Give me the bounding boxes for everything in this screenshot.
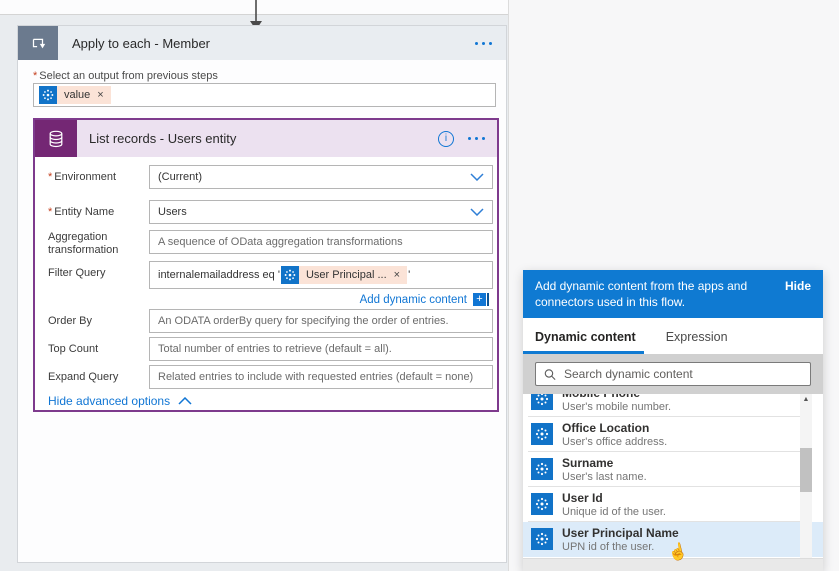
dataverse-token-icon — [281, 266, 299, 284]
item-subtitle: Unique id of the user. — [562, 505, 666, 519]
entity-name-dropdown[interactable]: Users — [149, 200, 493, 224]
remove-token-button[interactable]: × — [394, 270, 400, 281]
expand-query-input-wrap — [149, 365, 493, 389]
order-by-input[interactable] — [158, 315, 484, 327]
chevron-up-icon — [178, 397, 192, 405]
entity-name-label: *Entity Name — [48, 206, 146, 219]
item-subtitle: User's last name. — [562, 470, 647, 484]
order-by-label: Order By — [48, 315, 146, 328]
top-count-label: Top Count — [48, 343, 146, 356]
chevron-down-icon — [470, 208, 484, 216]
dataverse-token-icon — [39, 86, 57, 104]
top-count-input-wrap — [149, 337, 493, 361]
panel-header-text: Add dynamic content from the apps and co… — [535, 279, 747, 309]
plus-icon: + — [473, 293, 486, 306]
dataverse-token-icon — [531, 493, 553, 515]
add-dynamic-content-link[interactable]: Add dynamic content + — [360, 293, 489, 306]
required-marker: * — [33, 70, 37, 82]
add-dynamic-content-label: Add dynamic content — [360, 294, 467, 306]
list-item-mobile-phone[interactable]: Mobile Phone User's mobile number. — [523, 394, 823, 417]
value-token-chip[interactable]: value × — [39, 86, 111, 104]
aggregation-input-wrap — [149, 230, 493, 254]
list-item-office-location[interactable]: Office Location User's office address. — [523, 417, 823, 452]
top-count-input[interactable] — [158, 343, 484, 355]
item-subtitle: User's office address. — [562, 435, 667, 449]
aggregation-input[interactable] — [158, 236, 484, 248]
user-principal-name-token-chip[interactable]: User Principal ... × — [281, 266, 407, 284]
dynamic-content-list: Mobile Phone User's mobile number. Offic… — [523, 394, 823, 558]
remove-token-button[interactable]: × — [97, 90, 103, 101]
list-records-title: List records - Users entity — [89, 131, 236, 146]
search-input[interactable] — [564, 367, 802, 381]
filter-query-label: Filter Query — [48, 267, 146, 280]
apply-to-each-title: Apply to each - Member — [72, 36, 210, 51]
tab-dynamic-content[interactable]: Dynamic content — [535, 330, 636, 354]
list-scroll-content: Mobile Phone User's mobile number. Offic… — [523, 394, 823, 557]
item-title: User Principal Name — [562, 526, 679, 540]
aggregation-label: Aggregation transformation — [48, 231, 146, 257]
scrollbar-up-arrow[interactable]: ▲ — [800, 394, 812, 405]
entity-name-value: Users — [158, 206, 187, 218]
tab-expression[interactable]: Expression — [666, 330, 728, 354]
flow-designer-canvas: Apply to each - Member *Select an output… — [0, 0, 839, 571]
hide-advanced-options-link[interactable]: Hide advanced options — [48, 394, 192, 408]
dataverse-token-icon — [531, 394, 553, 410]
dataverse-token-icon — [531, 458, 553, 480]
search-box[interactable] — [535, 362, 811, 386]
item-title: User Id — [562, 491, 666, 505]
dynamic-content-panel: Add dynamic content from the apps and co… — [523, 270, 823, 571]
mouse-hand-cursor-icon: ☝ — [666, 540, 690, 564]
panel-tabs: Dynamic content Expression — [523, 318, 823, 354]
dataverse-token-icon — [531, 528, 553, 550]
environment-dropdown[interactable]: (Current) — [149, 165, 493, 189]
required-marker: * — [48, 171, 52, 183]
hide-advanced-options-label: Hide advanced options — [48, 394, 170, 408]
panel-header: Add dynamic content from the apps and co… — [523, 270, 823, 318]
environment-label: *Environment — [48, 171, 146, 184]
environment-value: (Current) — [158, 171, 202, 183]
list-item-surname[interactable]: Surname User's last name. — [523, 452, 823, 487]
apply-to-each-scope: Apply to each - Member *Select an output… — [17, 25, 507, 563]
output-input[interactable]: value × — [33, 83, 496, 107]
item-subtitle: User's mobile number. — [562, 400, 671, 414]
filter-query-input[interactable]: internalemailaddress eq ' User Princip — [149, 261, 493, 289]
apply-to-each-header[interactable]: Apply to each - Member — [18, 26, 506, 60]
scrollbar-thumb[interactable] — [800, 448, 812, 492]
hide-panel-button[interactable]: Hide — [785, 278, 811, 294]
text-caret-icon — [487, 293, 489, 306]
expand-query-input[interactable] — [158, 371, 484, 383]
info-icon[interactable]: i — [438, 131, 454, 147]
expand-query-label: Expand Query — [48, 371, 146, 384]
value-token-label: value × — [57, 86, 111, 104]
search-strip — [523, 354, 823, 394]
dataverse-token-icon — [531, 423, 553, 445]
list-item-user-id[interactable]: User Id Unique id of the user. — [523, 487, 823, 522]
active-tab-underline — [523, 351, 644, 354]
list-records-card: List records - Users entity i *Environme… — [33, 118, 499, 412]
list-scrollbar[interactable]: ▲ — [800, 394, 812, 558]
token-label: User Principal ... × — [299, 266, 407, 284]
chevron-down-icon — [470, 173, 484, 181]
item-title: Office Location — [562, 421, 667, 435]
list-records-header[interactable]: List records - Users entity i — [35, 120, 497, 157]
filter-query-text-before: internalemailaddress eq ' — [158, 269, 280, 281]
order-by-input-wrap — [149, 309, 493, 333]
search-icon — [544, 368, 556, 381]
filter-query-text-after: ' — [408, 269, 410, 281]
required-marker: * — [48, 206, 52, 218]
apply-to-each-menu-button[interactable] — [475, 42, 492, 45]
apply-to-each-loop-icon — [18, 26, 58, 60]
output-field-label: *Select an output from previous steps — [33, 70, 218, 82]
dataverse-database-icon — [35, 120, 77, 157]
item-subtitle: UPN id of the user. — [562, 540, 679, 554]
list-records-menu-button[interactable] — [468, 137, 485, 140]
list-records-body: *Environment (Current) *Entity Name User… — [35, 157, 497, 410]
item-title: Surname — [562, 456, 647, 470]
